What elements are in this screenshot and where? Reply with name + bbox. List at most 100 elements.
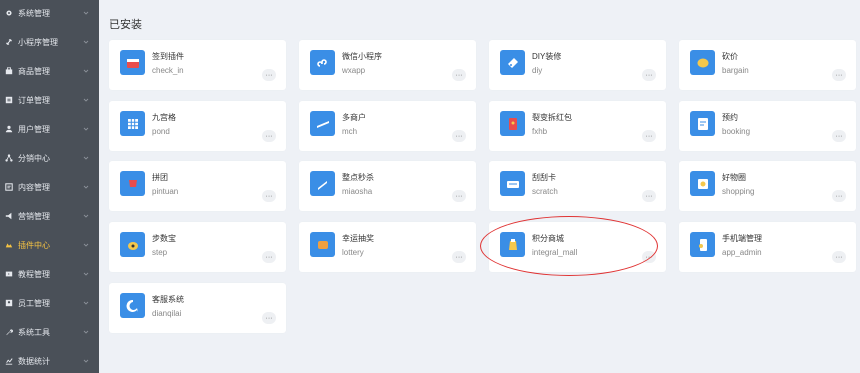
sidebar-item-label: 数据统计 (18, 356, 50, 366)
more-button[interactable]: ··· (642, 190, 656, 202)
plugin-name: 签到插件 (152, 52, 184, 61)
sidebar-item-0[interactable]: 系统管理 (0, 3, 99, 23)
more-button[interactable]: ··· (262, 69, 276, 81)
sidebar-item-3[interactable]: 订单管理 (0, 90, 99, 110)
more-button[interactable]: ··· (642, 251, 656, 263)
more-button[interactable]: ··· (832, 251, 846, 263)
plugin-code: app_admin (722, 248, 762, 257)
plugin-card-fxhb[interactable]: 裂变拆红包 fxhb ··· (489, 101, 666, 151)
plugin-card-pond[interactable]: 九宫格 pond ··· (109, 101, 286, 151)
plugin-code: mch (342, 127, 358, 136)
plugin-name: 步数宝 (152, 234, 176, 243)
more-button[interactable]: ··· (452, 69, 466, 81)
sidebar-item-9[interactable]: 教程管理 (0, 264, 99, 284)
plugin-name: DIY装修 (532, 52, 562, 61)
more-button[interactable]: ··· (262, 190, 276, 202)
plugin-name: 幸运抽奖 (342, 234, 374, 243)
plugin-card-mch[interactable]: 多商户 mch ··· (299, 101, 476, 151)
plugin-card-integral_mall[interactable]: 积分商城 integral_mall ··· (489, 222, 666, 272)
sidebar-item-8[interactable]: 插件中心 (0, 235, 99, 255)
plugin-name: 积分商城 (532, 234, 564, 243)
staff-icon (5, 299, 13, 307)
sidebar-item-10[interactable]: 员工管理 (0, 293, 99, 313)
chevron-down-icon (81, 329, 91, 335)
chevron-down-icon (81, 97, 91, 103)
plugin-code: check_in (152, 66, 184, 75)
plugin-card-dianqilai[interactable]: 客服系统 dianqilai ··· (109, 283, 286, 333)
plugin-card-lottery[interactable]: 幸运抽奖 lottery ··· (299, 222, 476, 272)
sidebar-item-label: 分销中心 (18, 153, 50, 163)
sidebar-item-label: 系统管理 (18, 8, 50, 18)
more-button[interactable]: ··· (642, 69, 656, 81)
more-button[interactable]: ··· (262, 251, 276, 263)
plugin-card-app_admin[interactable]: 手机端管理 app_admin ··· (679, 222, 856, 272)
customer-service-icon (120, 293, 145, 318)
mobile-admin-icon (690, 232, 715, 257)
plugin-name: 多商户 (342, 113, 366, 122)
sidebar-item-4[interactable]: 用户管理 (0, 119, 99, 139)
sidebar-item-6[interactable]: 内容管理 (0, 177, 99, 197)
plugin-card-wxapp[interactable]: 微信小程序 wxapp ··· (299, 40, 476, 90)
group-buy-icon (120, 171, 145, 196)
more-button[interactable]: ··· (262, 130, 276, 142)
more-button[interactable]: ··· (832, 69, 846, 81)
plugin-code: pintuan (152, 187, 179, 196)
stats-icon (5, 357, 13, 365)
plugin-name: 手机端管理 (722, 234, 762, 243)
step-icon (120, 232, 145, 257)
more-button[interactable]: ··· (452, 190, 466, 202)
plugin-name: 裂变拆红包 (532, 113, 572, 122)
plugin-code: step (152, 248, 168, 257)
plugin-card-bargain[interactable]: 砍价 bargain ··· (679, 40, 856, 90)
more-button[interactable]: ··· (452, 130, 466, 142)
section-title: 已安装 (109, 19, 142, 31)
sidebar-item-label: 用户管理 (18, 124, 50, 134)
flash-sale-icon (310, 171, 335, 196)
plugin-name: 拼团 (152, 173, 168, 182)
sidebar-item-label: 系统工具 (18, 327, 50, 337)
plugin-card-miaosha[interactable]: 整点秒杀 miaosha ··· (299, 161, 476, 211)
plugin-card-shopping[interactable]: 好物圈 shopping ··· (679, 161, 856, 211)
sidebar-item-label: 内容管理 (18, 182, 50, 192)
plugin-code: lottery (342, 248, 364, 257)
plugin-code: pond (152, 127, 170, 136)
lottery-icon (310, 232, 335, 257)
plugin-name: 预约 (722, 113, 738, 122)
grid-icon (120, 111, 145, 136)
plugin-name: 刮刮卡 (532, 173, 556, 182)
plugin-code: booking (722, 127, 751, 136)
plugin-card-check_in[interactable]: 签到插件 check_in ··· (109, 40, 286, 90)
sidebar-item-5[interactable]: 分销中心 (0, 148, 99, 168)
plugin-code: shopping (722, 187, 755, 196)
goods-icon (5, 67, 13, 75)
shop-icon (310, 111, 335, 136)
user-icon (5, 125, 13, 133)
sidebar-item-7[interactable]: 营销管理 (0, 206, 99, 226)
sidebar-item-2[interactable]: 商品管理 (0, 61, 99, 81)
scratch-card-icon (500, 171, 525, 196)
booking-icon (690, 111, 715, 136)
sidebar-item-12[interactable]: 数据统计 (0, 351, 99, 371)
plugin-icon (5, 241, 13, 249)
sidebar-item-11[interactable]: 系统工具 (0, 322, 99, 342)
chevron-down-icon (81, 358, 91, 364)
chevron-down-icon (81, 10, 91, 16)
plugin-card-step[interactable]: 步数宝 step ··· (109, 222, 286, 272)
more-button[interactable]: ··· (262, 312, 276, 324)
plugin-card-pintuan[interactable]: 拼团 pintuan ··· (109, 161, 286, 211)
more-button[interactable]: ··· (832, 190, 846, 202)
plugin-card-booking[interactable]: 预约 booking ··· (679, 101, 856, 151)
plugin-code: dianqilai (152, 309, 182, 318)
plugin-card-scratch[interactable]: 刮刮卡 scratch ··· (489, 161, 666, 211)
more-button[interactable]: ··· (832, 130, 846, 142)
sidebar: 系统管理小程序管理商品管理订单管理用户管理分销中心内容管理营销管理插件中心教程管… (0, 0, 99, 373)
chevron-down-icon (81, 213, 91, 219)
plugin-code: bargain (722, 66, 749, 75)
plugin-card-diy[interactable]: DIY装修 diy ··· (489, 40, 666, 90)
sidebar-item-label: 小程序管理 (18, 37, 58, 47)
more-button[interactable]: ··· (642, 130, 656, 142)
tutorial-icon (5, 270, 13, 278)
more-button[interactable]: ··· (452, 251, 466, 263)
sidebar-item-1[interactable]: 小程序管理 (0, 32, 99, 52)
wxapp-icon (310, 50, 335, 75)
